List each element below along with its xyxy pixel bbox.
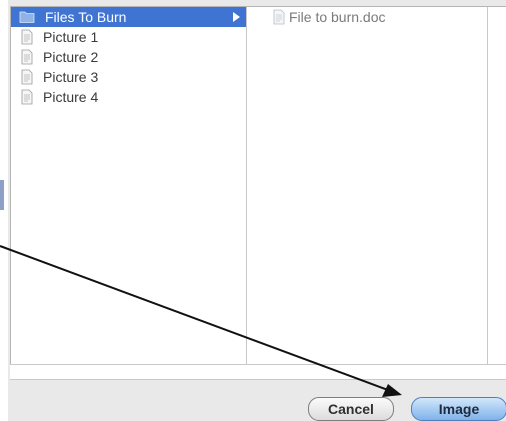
annotation-arrow-line [0,245,389,391]
annotation-arrow-head [382,384,402,397]
annotation-arrow [0,245,402,397]
